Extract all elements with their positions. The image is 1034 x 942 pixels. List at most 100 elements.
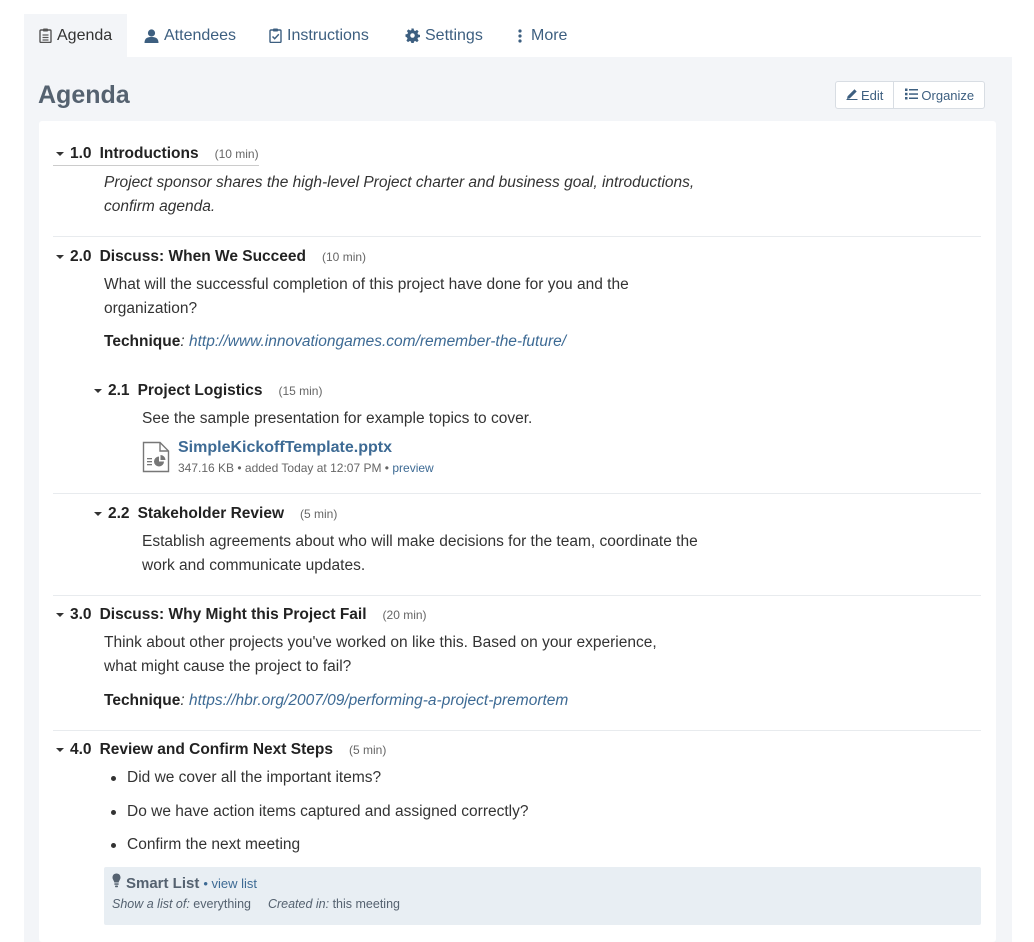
smart-list-title: Smart List xyxy=(126,874,200,892)
collapse-caret-icon[interactable] xyxy=(53,745,67,755)
tab-instructions[interactable]: Instructions xyxy=(269,14,369,57)
agenda-item-header: 3.0 Discuss: Why Might this Project Fail… xyxy=(53,604,427,626)
edit-button-label: Edit xyxy=(861,87,884,103)
collapse-caret-icon[interactable] xyxy=(53,610,67,620)
gear-icon xyxy=(405,28,420,43)
technique-label: Technique xyxy=(104,692,181,709)
description-line: Think about other projects you've worked… xyxy=(104,634,657,651)
agenda-item-duration: (5 min) xyxy=(300,507,338,521)
technique-line: Technique: https://hbr.org/2007/09/perfo… xyxy=(104,689,568,713)
divider xyxy=(53,595,981,596)
agenda-item-duration: (10 min) xyxy=(214,147,259,161)
technique-colon: : xyxy=(180,692,185,709)
list-item: Did we cover all the important items? xyxy=(105,766,529,800)
edit-button[interactable]: Edit xyxy=(836,82,893,108)
description-line: organization? xyxy=(104,300,198,317)
agenda-item-number: 1.0 xyxy=(70,145,92,162)
tab-attendees[interactable]: Attendees xyxy=(144,14,236,57)
list-icon xyxy=(905,88,921,103)
created-value: this meeting xyxy=(329,897,400,911)
clipboard-list-icon xyxy=(39,28,52,43)
agenda-item-duration: (20 min) xyxy=(382,608,427,622)
agenda-item-number: 4.0 xyxy=(70,741,92,758)
agenda-item-number: 2.1 xyxy=(108,382,130,399)
agenda-item-title[interactable]: Project Logistics xyxy=(138,382,263,400)
agenda-item-number: 3.0 xyxy=(70,606,92,623)
agenda-item-header: 2.1 Project Logistics (15 min) xyxy=(91,380,322,402)
agenda-item-description: Think about other projects you've worked… xyxy=(104,631,657,679)
agenda-item-number: 2.2 xyxy=(108,505,130,522)
description-line: confirm agenda. xyxy=(104,198,216,215)
page-title: Agenda xyxy=(38,81,130,109)
agenda-item-duration: (10 min) xyxy=(322,250,367,264)
organize-button-label: Organize xyxy=(921,87,975,103)
agenda-item-duration: (15 min) xyxy=(278,384,323,398)
agenda-item-title[interactable]: Discuss: Why Might this Project Fail xyxy=(100,606,367,624)
agenda-card: 1.0 Introductions (10 min) Project spons… xyxy=(39,121,996,942)
description-line: work and communicate updates. xyxy=(142,557,366,574)
lightbulb-icon xyxy=(112,873,121,893)
divider xyxy=(53,493,981,494)
user-icon xyxy=(144,28,159,43)
pencil-icon xyxy=(846,88,861,103)
clipboard-check-icon xyxy=(269,28,282,43)
show-value: everything xyxy=(189,897,251,911)
agenda-item-description: What will the successful completion of t… xyxy=(104,273,629,321)
agenda-item-description: See the sample presentation for example … xyxy=(142,407,532,431)
collapse-caret-icon[interactable] xyxy=(53,149,67,159)
technique-link[interactable]: https://hbr.org/2007/09/performing-a-pro… xyxy=(189,692,568,709)
description-line: what might cause the project to fail? xyxy=(104,658,352,675)
agenda-item-title[interactable]: Discuss: When We Succeed xyxy=(100,248,306,266)
agenda-item-number: 2.0 xyxy=(70,248,92,265)
agenda-item-header: 1.0 Introductions (10 min) xyxy=(53,144,259,166)
attachment: SimpleKickoffTemplate.pptx 347.16 KB • a… xyxy=(142,439,542,479)
agenda-item-description: Project sponsor shares the high-level Pr… xyxy=(104,171,694,219)
smart-list-header: Smart List • view list xyxy=(112,873,257,893)
vertical-ellipsis-icon xyxy=(518,28,522,43)
technique-link[interactable]: http://www.innovationgames.com/remember-… xyxy=(189,333,566,350)
list-item: Do we have action items captured and ass… xyxy=(105,800,529,834)
tab-label: Instructions xyxy=(287,26,369,44)
description-line: What will the successful completion of t… xyxy=(104,276,629,293)
technique-line: Technique: http://www.innovationgames.co… xyxy=(104,330,566,354)
description-line: See the sample presentation for example … xyxy=(142,410,533,427)
tab-label: More xyxy=(531,26,568,44)
agenda-panel: Agenda Edit Organize 1.0 Introductions (… xyxy=(24,57,1012,942)
technique-colon: : xyxy=(180,333,185,350)
created-label: Created in: xyxy=(267,897,330,911)
agenda-item-header: 2.0 Discuss: When We Succeed (10 min) xyxy=(53,246,366,268)
tab-settings[interactable]: Settings xyxy=(405,14,483,57)
tab-label: Attendees xyxy=(164,26,237,44)
tab-agenda[interactable]: Agenda xyxy=(24,14,127,57)
toolbar-button-group: Edit Organize xyxy=(835,81,986,109)
powerpoint-file-icon xyxy=(142,441,170,478)
attachment-meta: 347.16 KB • added Today at 12:07 PM • pr… xyxy=(178,461,434,475)
view-list-link[interactable]: • view list xyxy=(203,876,257,891)
organize-button[interactable]: Organize xyxy=(893,82,984,108)
technique-label: Technique xyxy=(104,333,181,350)
bullet-list: Did we cover all the important items? Do… xyxy=(105,766,529,867)
agenda-item-title[interactable]: Review and Confirm Next Steps xyxy=(100,741,333,759)
agenda-item-duration: (5 min) xyxy=(348,743,387,757)
tab-bar: Agenda Attendees Instructions Settings M… xyxy=(24,14,1012,57)
tab-more[interactable]: More xyxy=(518,14,567,57)
attachment-details: 347.16 KB • added Today at 12:07 PM • xyxy=(178,461,393,475)
tab-label: Settings xyxy=(425,26,483,44)
attachment-preview-link[interactable]: preview xyxy=(392,461,433,475)
agenda-item-title[interactable]: Introductions xyxy=(100,145,199,163)
attachment-filename[interactable]: SimpleKickoffTemplate.pptx xyxy=(178,439,392,457)
agenda-item-header: 2.2 Stakeholder Review (5 min) xyxy=(91,503,337,525)
collapse-caret-icon[interactable] xyxy=(91,386,105,396)
description-line: Establish agreements about who will make… xyxy=(142,533,698,550)
tab-label: Agenda xyxy=(57,26,113,44)
agenda-item-header: 4.0 Review and Confirm Next Steps (5 min… xyxy=(53,739,386,761)
divider xyxy=(53,236,981,237)
smart-list-box: Smart List • view list Show a list of: e… xyxy=(104,867,981,925)
agenda-item-title[interactable]: Stakeholder Review xyxy=(138,505,284,523)
description-line: Project sponsor shares the high-level Pr… xyxy=(104,174,695,191)
meeting-page: Agenda Attendees Instructions Settings M… xyxy=(0,0,1034,942)
collapse-caret-icon[interactable] xyxy=(91,509,105,519)
divider xyxy=(53,730,981,731)
collapse-caret-icon[interactable] xyxy=(53,252,67,262)
agenda-item-description: Establish agreements about who will make… xyxy=(142,530,698,578)
